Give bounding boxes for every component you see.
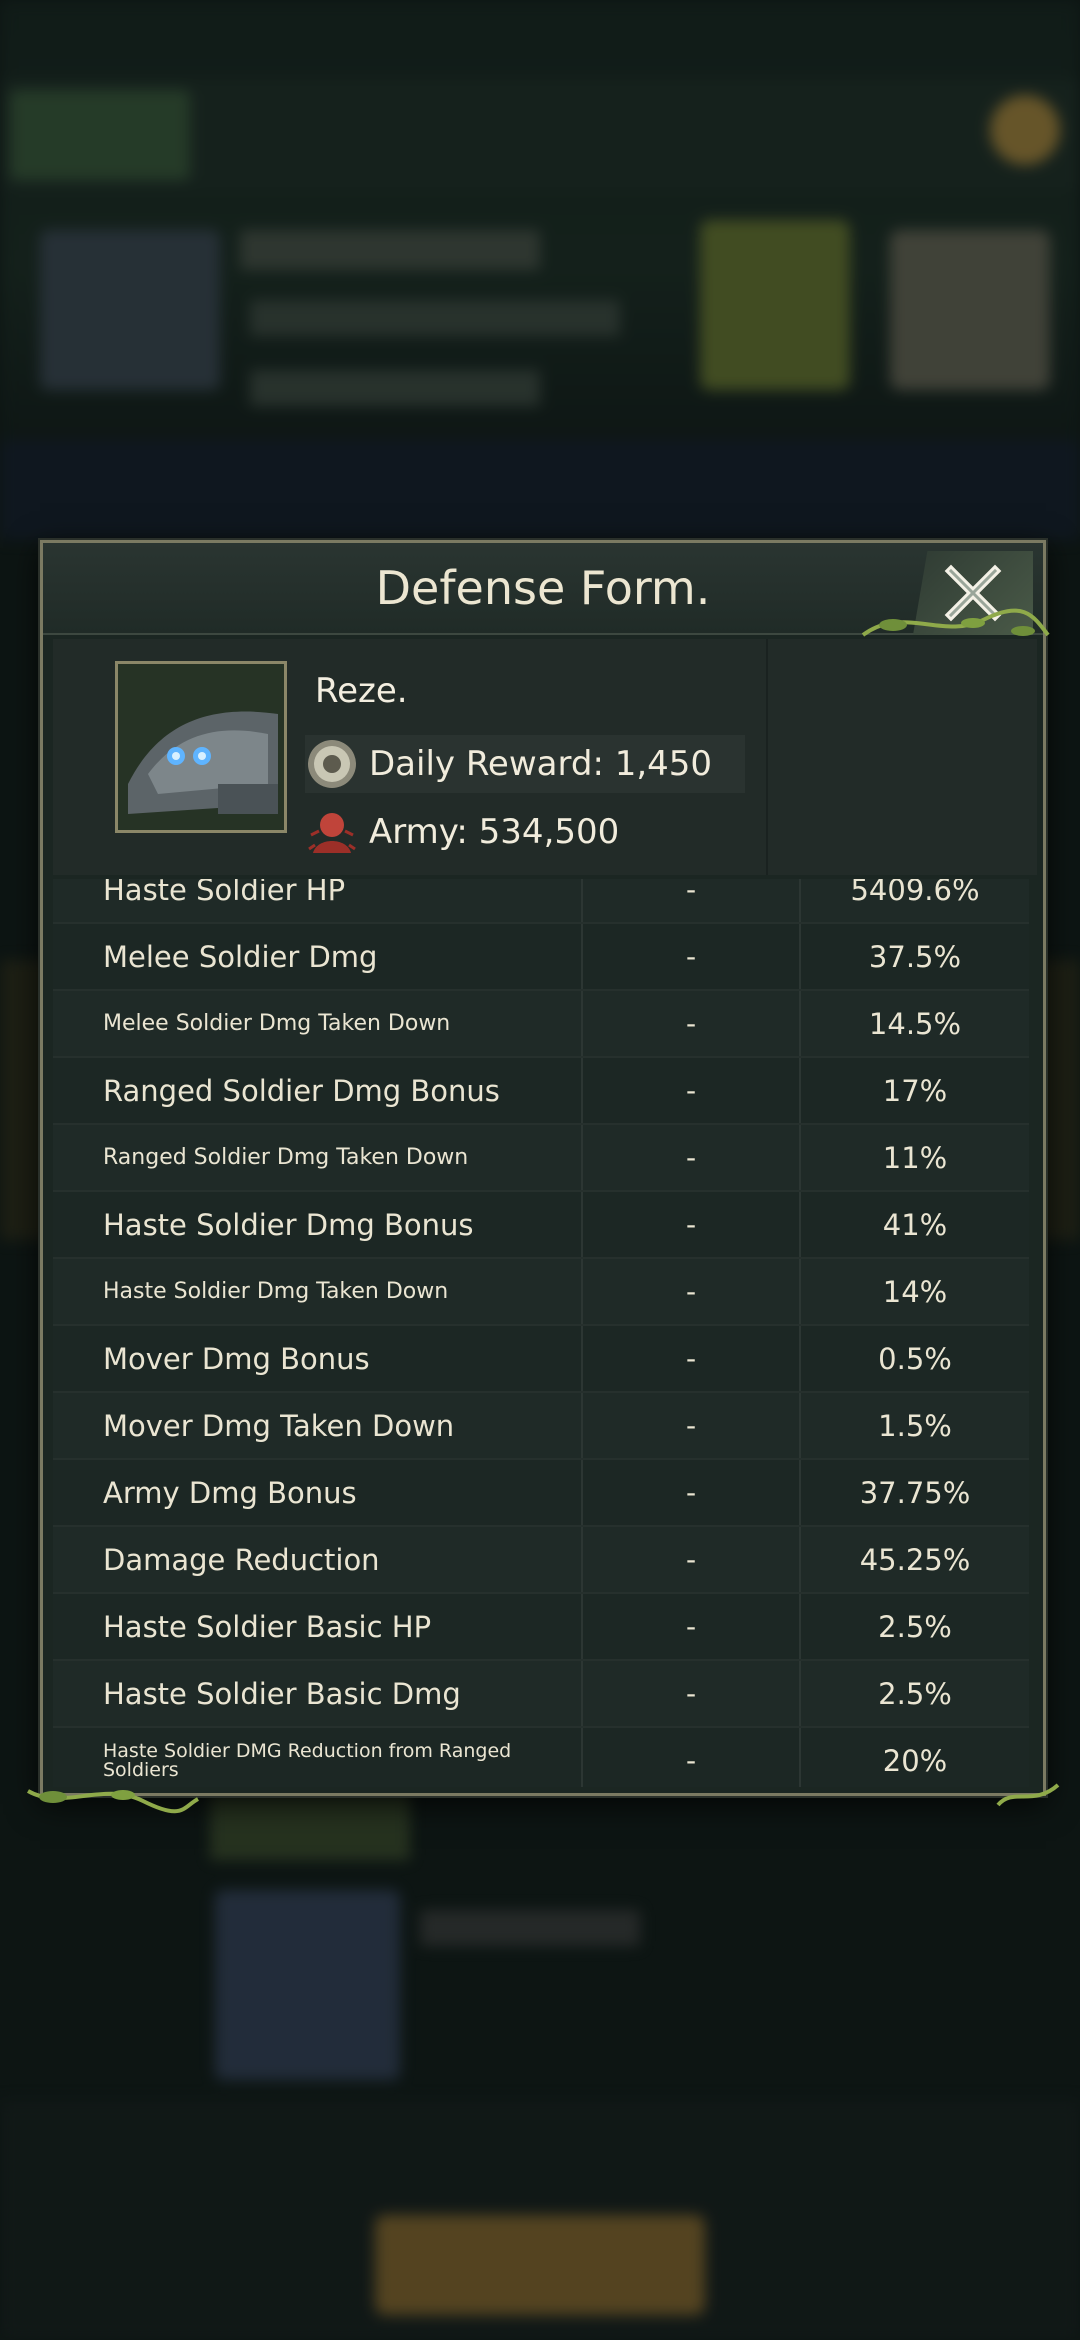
stat-name: Damage Reduction [53,1527,583,1592]
stat-name: Haste Soldier HP [53,879,583,922]
stat-value: 5409.6% [850,879,980,907]
stat-row: Haste Soldier Basic HP - 2.5% [53,1594,1029,1661]
background-card [40,230,220,390]
stat-name: Ranged Soldier Dmg Bonus [53,1058,583,1123]
background-chest [700,220,850,390]
stat-base-value: - [583,879,801,922]
soldier-icon [308,813,356,853]
stat-name: Army Dmg Bonus [53,1460,583,1525]
stat-value: 41% [882,1207,948,1242]
stat-name: Mover Dmg Taken Down [53,1393,583,1458]
stat-value: 37.5% [868,939,962,974]
dialog-header: Defense Form. [43,543,1050,637]
stat-row: Haste Soldier HP - 5409.6% [53,879,1029,924]
stat-base-value: - [583,924,801,989]
stat-name: Haste Soldier Dmg Taken Down [53,1259,583,1324]
background-text-block [250,300,620,336]
hero-avatar[interactable] [115,661,287,833]
stat-value: 37.75% [859,1475,971,1510]
background-chest [890,230,1050,390]
stat-row: Melee Soldier Dmg - 37.5% [53,924,1029,991]
stat-value: 14.5% [868,1006,962,1041]
stat-name: Haste Soldier Dmg Bonus [53,1192,583,1257]
stat-name: Ranged Soldier Dmg Taken Down [53,1125,583,1190]
stat-base-value: - [583,1326,801,1391]
background-button [375,2215,705,2315]
mech-portrait-icon [118,664,284,830]
divider [766,639,768,875]
stat-name: Haste Soldier Basic Dmg [53,1661,583,1726]
stat-base-value: - [583,1527,801,1592]
background-back-button [10,90,190,180]
stat-row: Mover Dmg Bonus - 0.5% [53,1326,1029,1393]
stat-base-value: - [583,1393,801,1458]
stat-name: Melee Soldier Dmg [53,924,583,989]
stat-row: Ranged Soldier Dmg Taken Down - 11% [53,1125,1029,1192]
vine-ornament-icon [27,1789,200,1814]
defense-form-dialog: Defense Form. Reze. Daily Reward: 1,450 … [27,540,1060,1814]
stat-row: Haste Soldier Basic Dmg - 2.5% [53,1661,1029,1728]
stat-value: 14% [882,1274,948,1309]
stat-base-value: - [583,1594,801,1659]
background-band [0,440,1080,540]
stats-table[interactable]: Haste Soldier HP -5409.6% Melee Soldier Dm… [53,879,1029,1787]
stat-row: Haste Soldier Dmg Bonus - 41% [53,1192,1029,1259]
stat-row: Haste Soldier Dmg Taken Down - 14% [53,1259,1029,1326]
stat-base-value: - [583,1259,801,1324]
background-coin [990,95,1060,165]
stat-base-value: - [583,1661,801,1726]
background-text-block [420,1910,640,1946]
stat-base-value: - [583,1460,801,1525]
stat-row: Melee Soldier Dmg Taken Down - 14.5% [53,991,1029,1058]
stat-base-value: - [583,1125,801,1190]
stat-value: 0.5% [878,1341,952,1376]
background-text-block [240,230,540,270]
army-row: Army: 534,500 [305,803,745,861]
stat-base-value: - [583,991,801,1056]
background-card [215,1890,400,2080]
vine-ornament-icon [861,608,1050,637]
stats-table-body: Haste Soldier HP -5409.6% Melee Soldier Dm… [53,879,1029,1787]
stat-name: Mover Dmg Bonus [53,1326,583,1391]
coin-icon [308,740,356,788]
stat-value: 1.5% [878,1408,952,1443]
stat-base-value: - [583,1192,801,1257]
stat-row: Mover Dmg Taken Down - 1.5% [53,1393,1029,1460]
background-strip [210,1790,410,1860]
hero-summary-panel: Reze. Daily Reward: 1,450 Army: 534,500 [53,639,1037,875]
daily-reward-text: Daily Reward: 1,450 [369,744,713,784]
hero-name: Reze. [315,671,408,711]
stat-name: Haste Soldier Basic HP [53,1594,583,1659]
stat-value: 11% [882,1140,948,1175]
stat-value: 2.5% [878,1609,952,1644]
stat-row: Damage Reduction - 45.25% [53,1527,1029,1594]
stat-value: 17% [882,1073,948,1108]
stat-value: 2.5% [878,1676,952,1711]
stat-base-value: - [583,1058,801,1123]
background-text-block [250,370,540,406]
stat-value: 45.25% [859,1542,971,1577]
daily-reward-row: Daily Reward: 1,450 [305,735,745,793]
stat-base-value: - [583,1728,801,1787]
stat-name: Melee Soldier Dmg Taken Down [53,991,583,1056]
stat-row: Army Dmg Bonus - 37.75% [53,1460,1029,1527]
stat-row: Ranged Soldier Dmg Bonus - 17% [53,1058,1029,1125]
army-text: Army: 534,500 [369,812,620,852]
vine-ornament-icon [996,1783,1060,1807]
